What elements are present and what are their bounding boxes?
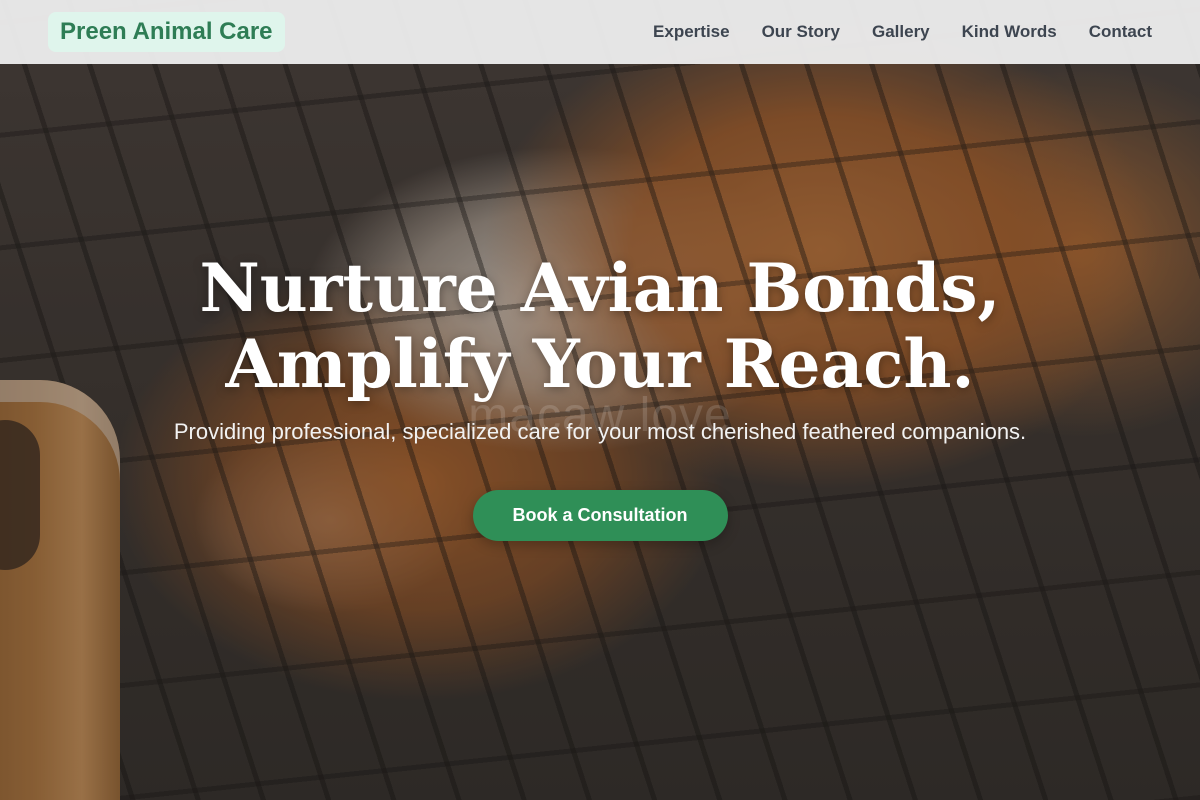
hero-subtitle: Providing professional, specialized care… <box>173 419 1027 444</box>
nav-link-kind-words[interactable]: Kind Words <box>962 22 1057 41</box>
book-consultation-button[interactable]: Book a Consultation <box>472 490 728 541</box>
hero-section: Nurture Avian Bonds, Amplify Your Reach.… <box>0 250 1200 541</box>
top-navigation: Preen Animal Care Expertise Our Story Ga… <box>0 0 1200 64</box>
hero-title-line-1: Nurture Avian Bonds, <box>199 249 1001 327</box>
nav-link-expertise[interactable]: Expertise <box>653 22 730 41</box>
nav-link-our-story[interactable]: Our Story <box>762 22 840 41</box>
nav-links: Expertise Our Story Gallery Kind Words C… <box>653 22 1152 42</box>
brand-logo[interactable]: Preen Animal Care <box>48 12 285 52</box>
nav-link-gallery[interactable]: Gallery <box>872 22 930 41</box>
nav-link-contact[interactable]: Contact <box>1089 22 1152 41</box>
hero-title: Nurture Avian Bonds, Amplify Your Reach. <box>0 250 1200 402</box>
